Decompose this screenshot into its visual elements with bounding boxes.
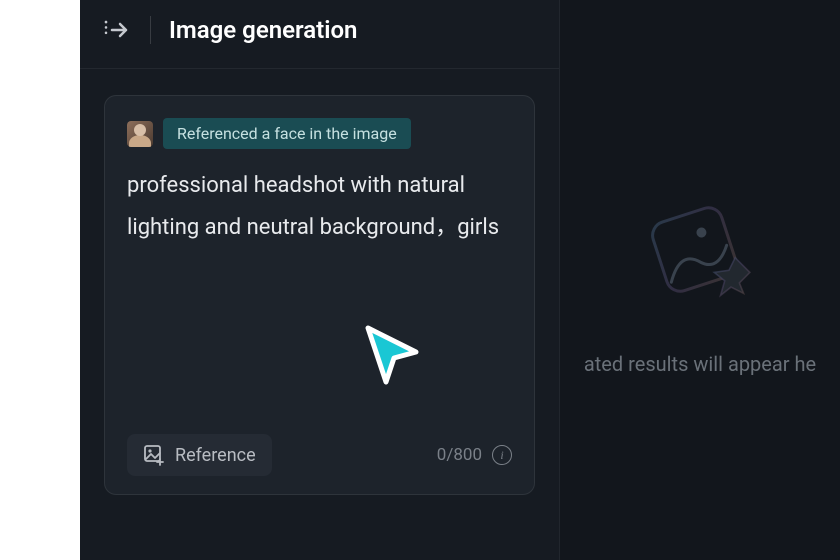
results-panel: ated results will appear he <box>560 0 840 560</box>
card-footer: Reference 0/800 i <box>127 434 512 476</box>
page-title: Image generation <box>169 16 357 44</box>
panel-header: Image generation <box>80 0 559 69</box>
reference-chip-row: Referenced a face in the image <box>127 118 512 149</box>
header-divider <box>150 16 151 44</box>
reference-button-label: Reference <box>175 445 256 466</box>
info-icon[interactable]: i <box>492 445 512 465</box>
prompt-card: Referenced a face in the image professio… <box>104 95 535 495</box>
char-count-wrap: 0/800 i <box>437 445 512 465</box>
main-panel: Image generation Referenced a face in th… <box>80 0 560 560</box>
empty-state-illustration <box>630 184 770 324</box>
char-count: 0/800 <box>437 445 482 465</box>
reference-button[interactable]: Reference <box>127 434 272 476</box>
empty-state-text: ated results will appear he <box>584 352 816 376</box>
left-gutter <box>0 0 80 560</box>
image-add-icon <box>143 444 165 466</box>
reference-chip[interactable]: Referenced a face in the image <box>163 118 411 149</box>
reference-face-thumbnail[interactable] <box>127 121 153 147</box>
collapse-panel-icon[interactable] <box>104 16 132 44</box>
prompt-textarea[interactable]: professional headshot with natural light… <box>127 165 512 422</box>
